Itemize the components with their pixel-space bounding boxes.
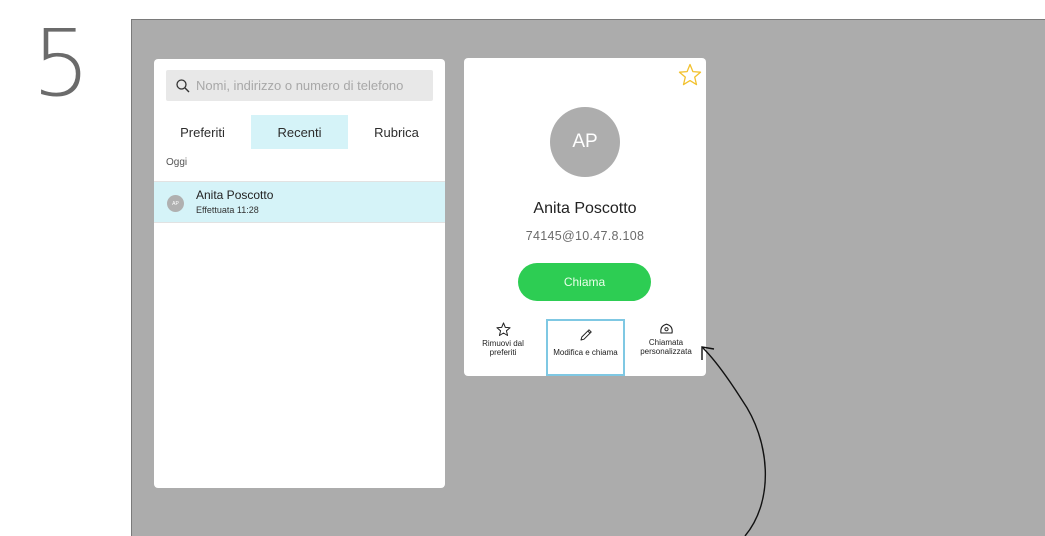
- annotation-arrow: [701, 346, 767, 536]
